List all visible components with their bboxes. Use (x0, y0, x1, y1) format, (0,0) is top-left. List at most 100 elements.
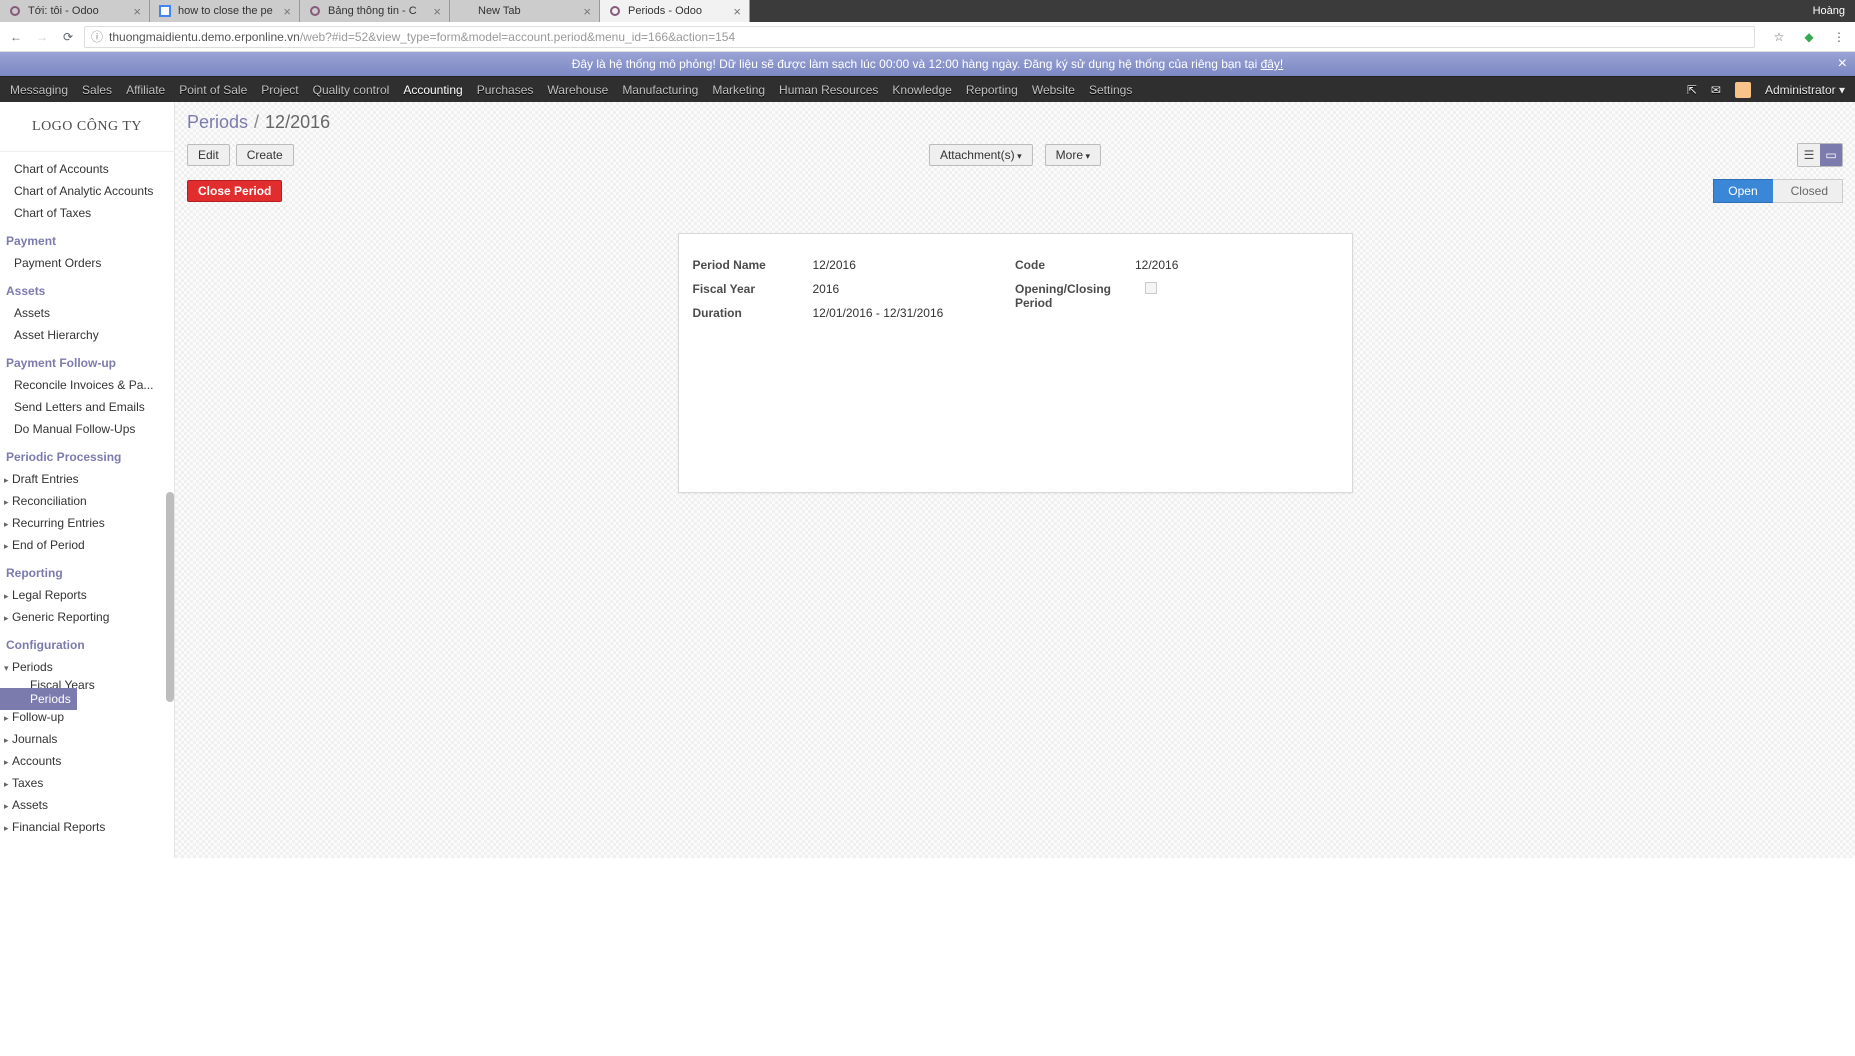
close-icon[interactable]: × (283, 4, 291, 19)
form-sheet: Period Name 12/2016 Fiscal Year 2016 Dur… (678, 233, 1353, 493)
browser-profile-name[interactable]: Hoàng (1803, 0, 1855, 22)
tab-label: how to close the pe (178, 5, 279, 17)
chat-icon[interactable]: ✉ (1711, 79, 1721, 101)
sidebar-item-chart-analytic[interactable]: Chart of Analytic Accounts (0, 180, 174, 202)
nav-affiliate[interactable]: Affiliate (126, 79, 165, 101)
browser-menu-icon[interactable]: ⋮ (1829, 27, 1849, 47)
sidebar-item-assets[interactable]: Assets (0, 302, 174, 324)
notice-link[interactable]: đây! (1261, 57, 1284, 71)
attachments-button[interactable]: Attachment(s) (929, 144, 1033, 166)
demo-notice-bar: Đây là hệ thống mô phỏng! Dữ liệu sẽ đượ… (0, 52, 1855, 76)
nav-purchases[interactable]: Purchases (477, 79, 534, 101)
sidebar-item-payment-orders[interactable]: Payment Orders (0, 252, 174, 274)
sidebar-item-manual-followups[interactable]: Do Manual Follow-Ups (0, 418, 174, 440)
nav-knowledge[interactable]: Knowledge (892, 79, 951, 101)
close-icon[interactable]: × (583, 4, 591, 19)
nav-website[interactable]: Website (1032, 79, 1075, 101)
browser-tab-4[interactable]: New Tab × (450, 0, 600, 22)
odoo-favicon-icon (608, 4, 622, 18)
sidebar-head-reporting: Reporting (0, 562, 174, 584)
url-bar[interactable]: ⓘ thuongmaidientu.demo.erponline.vn/web?… (84, 26, 1755, 48)
notice-text: Đây là hệ thống mô phỏng! Dữ liệu sẽ đượ… (572, 57, 1261, 71)
sidebar-head-configuration: Configuration (0, 634, 174, 656)
status-closed[interactable]: Closed (1773, 179, 1843, 203)
nav-messaging[interactable]: Messaging (10, 79, 68, 101)
label-period-name: Period Name (693, 258, 813, 272)
reload-icon[interactable]: ⟳ (58, 27, 78, 47)
breadcrumb-current: 12/2016 (265, 112, 330, 133)
nav-manufacturing[interactable]: Manufacturing (622, 79, 698, 101)
avatar (1735, 82, 1751, 98)
edit-button[interactable]: Edit (187, 144, 230, 166)
user-menu[interactable]: Administrator ▾ (1765, 79, 1845, 101)
close-period-button[interactable]: Close Period (187, 180, 282, 202)
label-code: Code (1015, 258, 1135, 272)
sidebar-item-chart-taxes[interactable]: Chart of Taxes (0, 202, 174, 224)
sidebar-item-end-of-period[interactable]: End of Period (0, 534, 174, 556)
sidebar-sub-periods[interactable]: Periods (0, 688, 77, 710)
create-button[interactable]: Create (236, 144, 294, 166)
browser-tab-3[interactable]: Bảng thông tin - C × (300, 0, 450, 22)
sidebar-item-reconciliation[interactable]: Reconciliation (0, 490, 174, 512)
sidebar-item-accounts[interactable]: Accounts (0, 750, 174, 772)
label-opening-closing: Opening/Closing Period (1015, 282, 1145, 310)
value-duration: 12/01/2016 - 12/31/2016 (813, 306, 944, 320)
breadcrumb: Periods / 12/2016 (175, 102, 1855, 139)
nav-sales[interactable]: Sales (82, 79, 112, 101)
nav-warehouse[interactable]: Warehouse (547, 79, 608, 101)
value-fiscal-year: 2016 (813, 282, 840, 296)
sidebar-item-legal-reports[interactable]: Legal Reports (0, 584, 174, 606)
value-period-name: 12/2016 (813, 258, 856, 272)
sidebar-item-asset-hierarchy[interactable]: Asset Hierarchy (0, 324, 174, 346)
status-open[interactable]: Open (1713, 179, 1772, 203)
close-icon[interactable]: × (1838, 52, 1847, 76)
browser-tab-2[interactable]: how to close the pe × (150, 0, 300, 22)
sidebar-item-send-letters[interactable]: Send Letters and Emails (0, 396, 174, 418)
nav-accounting[interactable]: Accounting (403, 79, 462, 101)
sidebar-item-chart-accounts[interactable]: Chart of Accounts (0, 158, 174, 180)
list-view-icon[interactable]: ☰ (1798, 144, 1820, 166)
label-fiscal-year: Fiscal Year (693, 282, 813, 296)
close-icon[interactable]: × (133, 4, 141, 19)
sidebar-item-follow-up[interactable]: Follow-up (0, 706, 174, 728)
stackexchange-favicon-icon (158, 4, 172, 18)
label-duration: Duration (693, 306, 813, 320)
browser-tab-1[interactable]: Tới: tôi - Odoo × (0, 0, 150, 22)
sidebar-item-assets-config[interactable]: Assets (0, 794, 174, 816)
sidebar-item-recurring-entries[interactable]: Recurring Entries (0, 512, 174, 534)
odoo-favicon-icon (308, 4, 322, 18)
nav-settings[interactable]: Settings (1089, 79, 1132, 101)
extension-icon[interactable]: ◆ (1799, 27, 1819, 47)
close-icon[interactable]: × (433, 4, 441, 19)
left-sidebar: LOGO CÔNG TY Chart of Accounts Chart of … (0, 102, 175, 858)
browser-tab-5-active[interactable]: Periods - Odoo × (600, 0, 750, 22)
sidebar-item-financial-reports[interactable]: Financial Reports (0, 816, 174, 838)
sidebar-item-taxes[interactable]: Taxes (0, 772, 174, 794)
back-icon[interactable]: ← (6, 27, 26, 47)
nav-project[interactable]: Project (261, 79, 298, 101)
sidebar-item-journals[interactable]: Journals (0, 728, 174, 750)
tab-label: Tới: tôi - Odoo (28, 5, 129, 17)
nav-marketing[interactable]: Marketing (712, 79, 765, 101)
browser-tab-strip: Tới: tôi - Odoo × how to close the pe × … (0, 0, 1855, 22)
form-view-icon[interactable]: ▭ (1820, 144, 1842, 166)
nav-hr[interactable]: Human Resources (779, 79, 878, 101)
nav-reporting[interactable]: Reporting (966, 79, 1018, 101)
sidebar-item-generic-reporting[interactable]: Generic Reporting (0, 606, 174, 628)
bookmark-star-icon[interactable]: ☆ (1769, 27, 1789, 47)
close-icon[interactable]: × (733, 4, 741, 19)
breadcrumb-root[interactable]: Periods (187, 112, 248, 133)
status-bar: Open Closed (1713, 179, 1843, 203)
sidebar-item-draft-entries[interactable]: Draft Entries (0, 468, 174, 490)
blank-favicon-icon (458, 4, 472, 18)
share-icon[interactable]: ⇱ (1687, 79, 1697, 101)
tab-label: Bảng thông tin - C (328, 5, 429, 17)
site-info-icon[interactable]: ⓘ (91, 28, 103, 45)
more-button[interactable]: More (1045, 144, 1101, 166)
forward-icon[interactable]: → (32, 27, 52, 47)
nav-point-of-sale[interactable]: Point of Sale (179, 79, 247, 101)
sidebar-item-reconcile-invoices[interactable]: Reconcile Invoices & Pa... (0, 374, 174, 396)
sidebar-head-payment: Payment (0, 230, 174, 252)
nav-quality-control[interactable]: Quality control (313, 79, 390, 101)
sidebar-scrollbar[interactable] (166, 492, 174, 702)
